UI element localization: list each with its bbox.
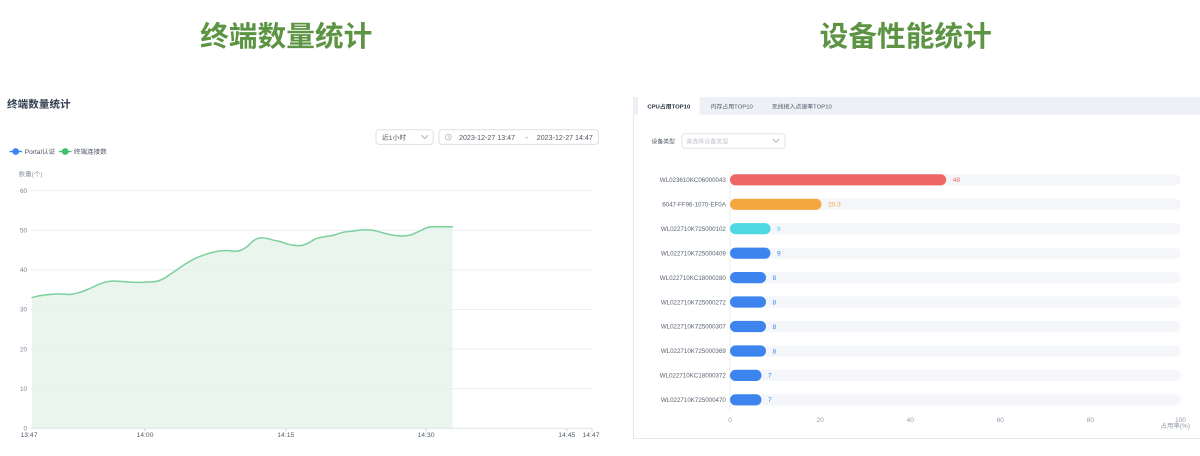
- svg-text:TOP10: TOP10: [672, 105, 691, 111]
- svg-text:7: 7: [768, 373, 772, 380]
- svg-text:60: 60: [20, 188, 28, 195]
- svg-text:8: 8: [773, 299, 777, 306]
- svg-text:60: 60: [997, 417, 1005, 424]
- svg-text:WL022710K725000307: WL022710K725000307: [661, 324, 727, 331]
- svg-text:WL022710K725000470: WL022710K725000470: [661, 397, 727, 404]
- svg-text:2023-12-27 13:47: 2023-12-27 13:47: [459, 134, 515, 142]
- svg-text:40: 40: [907, 417, 915, 424]
- svg-text:TOP10: TOP10: [734, 105, 753, 111]
- svg-text:Portal: Portal: [25, 149, 43, 156]
- svg-text:20: 20: [20, 346, 28, 353]
- svg-text:9: 9: [777, 250, 781, 257]
- svg-text:30: 30: [20, 307, 28, 314]
- svg-text:20.3: 20.3: [828, 202, 841, 209]
- svg-text:20: 20: [816, 417, 824, 424]
- svg-text:WL022710K725000102: WL022710K725000102: [661, 226, 727, 233]
- svg-text:8: 8: [773, 324, 777, 331]
- svg-text:10: 10: [20, 386, 28, 393]
- svg-text:14:47: 14:47: [582, 432, 599, 439]
- svg-text:0: 0: [728, 417, 732, 424]
- svg-text:8: 8: [773, 348, 777, 355]
- svg-text:9: 9: [777, 226, 781, 233]
- svg-text:8: 8: [773, 275, 777, 282]
- svg-text:WL022710KC18000280: WL022710KC18000280: [660, 275, 727, 282]
- svg-text:CPU: CPU: [647, 105, 659, 111]
- svg-text:WL022710K725000272: WL022710K725000272: [661, 299, 727, 306]
- svg-text:TOP10: TOP10: [813, 105, 832, 111]
- svg-text:80: 80: [1087, 417, 1095, 424]
- svg-text:2023-12-27 14:47: 2023-12-27 14:47: [537, 134, 593, 142]
- svg-text:7: 7: [768, 397, 772, 404]
- svg-text:WL022710K725000369: WL022710K725000369: [661, 348, 727, 355]
- svg-text:13:47: 13:47: [20, 432, 37, 439]
- svg-text:14:00: 14:00: [136, 432, 153, 439]
- svg-text:50: 50: [20, 228, 28, 235]
- svg-text:(%): (%): [1180, 423, 1190, 430]
- svg-text:): ): [40, 171, 42, 178]
- svg-text:40: 40: [20, 267, 28, 274]
- svg-text:14:45: 14:45: [558, 432, 575, 439]
- svg-text:WL022710KC18000372: WL022710KC18000372: [660, 373, 727, 380]
- svg-text:48: 48: [953, 177, 961, 184]
- svg-text:WL023610KC06000043: WL023610KC06000043: [660, 177, 727, 184]
- svg-text:6047-FF96-1070-EF0A: 6047-FF96-1070-EF0A: [662, 201, 727, 208]
- svg-text:WL022710K725000409: WL022710K725000409: [661, 250, 727, 257]
- svg-text:1: 1: [389, 135, 393, 142]
- svg-text:14:15: 14:15: [277, 432, 294, 439]
- svg-text:14:30: 14:30: [417, 432, 434, 439]
